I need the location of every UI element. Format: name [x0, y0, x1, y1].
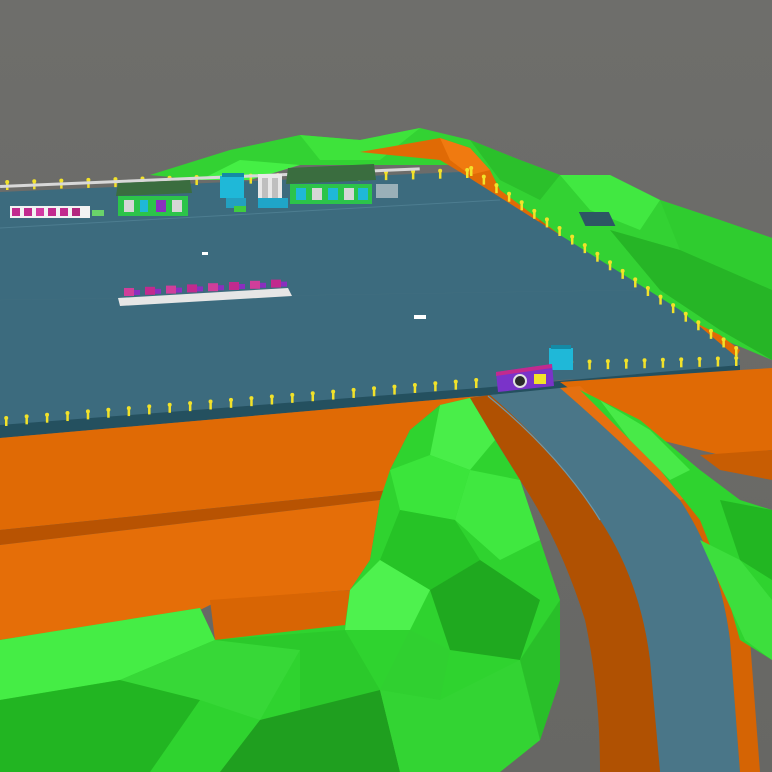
pump-unit: [271, 279, 281, 288]
pump-unit: [166, 285, 176, 294]
railing-light: [269, 394, 274, 399]
railing-light: [683, 311, 688, 316]
pump-motor: [155, 288, 161, 294]
railing-light: [474, 378, 479, 382]
railing-light: [290, 392, 295, 397]
railing-light: [587, 359, 592, 364]
railing-light: [45, 412, 50, 417]
green-roof-shed: [116, 180, 192, 216]
railing-light: [228, 397, 233, 402]
railing-light: [310, 391, 315, 396]
railing-light: [660, 357, 665, 362]
railing-light: [433, 381, 438, 386]
railing-light: [167, 402, 172, 407]
railing-light: [32, 179, 37, 184]
railing-light: [453, 379, 458, 384]
railing-light: [570, 234, 575, 239]
railing-light: [481, 174, 486, 179]
railing-light: [85, 409, 90, 414]
pump-unit: [208, 283, 218, 292]
railing-light: [331, 389, 336, 394]
pump-motor: [176, 287, 182, 293]
railing-light: [392, 384, 397, 389]
railing-light: [24, 414, 29, 419]
railing-light: [658, 294, 663, 299]
railing-light: [507, 191, 512, 196]
railing-light: [671, 303, 676, 308]
railing-light: [65, 411, 70, 416]
railing-light: [734, 356, 739, 360]
pump-motor: [239, 284, 245, 289]
railing-light: [519, 200, 524, 205]
railing-light: [557, 226, 562, 230]
railing-light: [372, 386, 377, 391]
railing-light: [605, 359, 610, 364]
railing-light: [715, 356, 720, 361]
railing-light: [633, 277, 638, 282]
railing-light: [412, 382, 417, 387]
railing-light: [582, 243, 587, 248]
railing-light: [4, 416, 9, 420]
railing-light: [147, 404, 152, 409]
pump-motor: [281, 281, 287, 287]
railing-light: [679, 357, 684, 362]
site-model-scene[interactable]: [0, 0, 772, 772]
railing-light: [438, 168, 443, 173]
pump-unit: [145, 286, 155, 295]
railing-light: [532, 208, 537, 213]
railing-light: [620, 268, 625, 273]
railing-light: [642, 358, 647, 363]
pump-motor: [218, 285, 224, 291]
railing-light: [624, 358, 629, 363]
railing-light: [595, 251, 600, 256]
marker-a: [202, 252, 208, 255]
railing-light: [59, 178, 64, 183]
pump-unit: [229, 282, 239, 290]
pump-motor: [134, 290, 140, 295]
railing-light: [106, 407, 111, 412]
railing-light: [708, 328, 713, 333]
railing-light: [208, 399, 213, 404]
3d-viewport[interactable]: [0, 0, 772, 772]
railing-light: [734, 346, 739, 350]
gate-wheel-icon: [513, 374, 527, 388]
railing-light: [465, 168, 470, 172]
railing-light: [544, 217, 549, 222]
railing-light: [469, 166, 474, 170]
railing-light: [126, 406, 131, 411]
railing-light: [608, 260, 613, 265]
railing-light: [249, 396, 254, 401]
railing-light: [645, 286, 650, 290]
railing-light: [351, 387, 356, 392]
railing-light: [697, 356, 702, 361]
railing-light: [696, 320, 701, 325]
railing-light: [494, 183, 499, 188]
pump-row-left: [10, 206, 104, 218]
railing-light: [721, 337, 726, 342]
railing-light: [188, 401, 193, 406]
railing-light: [5, 180, 10, 184]
pump-motor: [260, 282, 266, 288]
pump-unit: [250, 280, 260, 289]
pump-motor: [197, 286, 203, 292]
gate-cabin: [549, 348, 573, 370]
pump-unit: [187, 284, 197, 293]
pump-unit: [124, 288, 134, 296]
marker-b: [414, 315, 426, 319]
